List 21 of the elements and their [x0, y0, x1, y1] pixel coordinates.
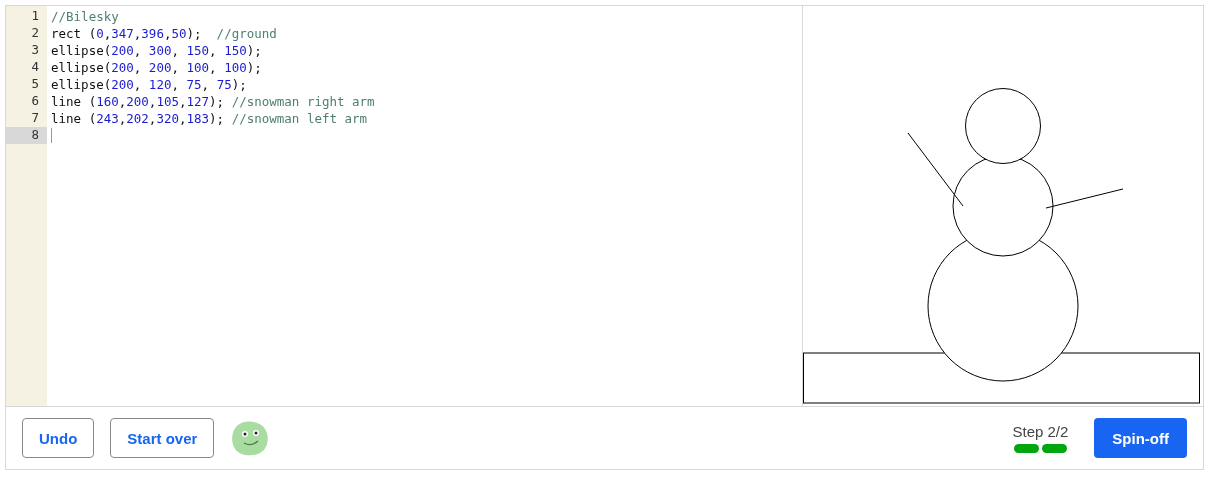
- line-number: 4: [30, 59, 40, 76]
- line-number: 5: [30, 76, 40, 93]
- code-line: //Bilesky: [51, 9, 119, 24]
- line-number: 2: [30, 25, 40, 42]
- undo-button[interactable]: Undo: [22, 418, 95, 458]
- code-line: ellipse(200, 120, 75, 75);: [51, 77, 247, 92]
- code-line: ellipse(200, 300, 150, 150);: [51, 43, 262, 58]
- start-over-button[interactable]: Start over: [110, 418, 215, 458]
- spin-off-button[interactable]: Spin-off: [1094, 418, 1187, 458]
- line-number: 8: [6, 127, 47, 144]
- line-number: 7: [30, 110, 40, 127]
- line-number: 1: [30, 8, 40, 25]
- code-line: ellipse(200, 200, 100, 100);: [51, 60, 262, 75]
- step-counter: Step 2/2: [1012, 423, 1069, 440]
- code-line: line (160,200,105,127); //snowman right arm: [51, 94, 375, 109]
- line-number: 3: [30, 42, 40, 59]
- line-number: 6: [30, 93, 40, 110]
- code-line: rect (0,347,396,50); //ground: [51, 26, 277, 41]
- text-cursor: [51, 128, 52, 143]
- code-line: line (243,202,320,183); //snowman left arm: [51, 111, 368, 126]
- blob-mascot-icon: [230, 419, 271, 457]
